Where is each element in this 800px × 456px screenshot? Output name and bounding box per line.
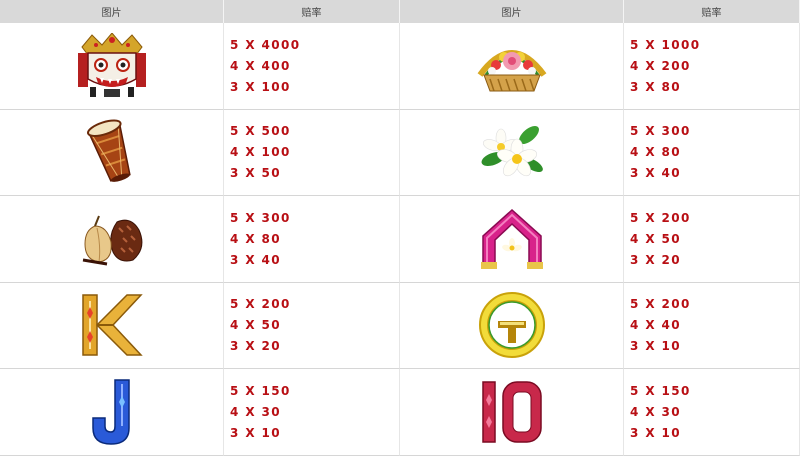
paytable-grid: 图片 赔率 图片 赔率 5 X 4000 4 X 400 3 X 100 5 X…	[0, 0, 800, 456]
symbol-cell	[0, 23, 224, 110]
odds-line: 3 X 10	[630, 425, 682, 440]
header-odds-right: 赔率	[624, 0, 800, 23]
odds-line: 3 X 20	[230, 339, 282, 354]
odds-cell: 5 X 300 4 X 80 3 X 40	[624, 109, 800, 196]
odds-line: 5 X 200	[630, 210, 691, 225]
odds-line: 4 X 30	[630, 404, 682, 419]
symbol-cell	[400, 109, 624, 196]
symbol-cell	[0, 369, 224, 456]
odds-line: 5 X 4000	[230, 37, 301, 52]
odds-cell: 5 X 4000 4 X 400 3 X 100	[224, 23, 400, 110]
header-odds-left: 赔率	[224, 0, 400, 23]
odds-line: 5 X 300	[630, 124, 691, 139]
barong-mask-icon	[77, 32, 146, 97]
odds-line: 5 X 500	[230, 124, 291, 139]
odds-cell: 5 X 300 4 X 80 3 X 40	[224, 196, 400, 283]
odds-cell: 5 X 1000 4 X 200 3 X 80	[624, 23, 800, 110]
odds-line: 4 X 80	[630, 145, 682, 160]
symbol-cell	[400, 23, 624, 110]
odds-line: 5 X 300	[230, 210, 291, 225]
letter-a-icon	[480, 208, 543, 269]
odds-cell: 5 X 200 4 X 40 3 X 10	[624, 282, 800, 369]
symbol-cell	[400, 196, 624, 283]
odds-cell: 5 X 150 4 X 30 3 X 10	[224, 369, 400, 456]
odds-line: 3 X 40	[230, 252, 282, 267]
symbol-cell	[0, 109, 224, 196]
odds-line: 4 X 400	[230, 58, 291, 73]
odds-line: 3 X 20	[630, 252, 682, 267]
header-image-left: 图片	[0, 0, 224, 23]
odds-line: 4 X 30	[230, 404, 282, 419]
symbol-cell	[0, 282, 224, 369]
symbol-cell	[400, 282, 624, 369]
letter-q-icon	[478, 292, 545, 359]
odds-line: 3 X 10	[630, 339, 682, 354]
odds-line: 5 X 200	[630, 297, 691, 312]
salak-fruit-icon	[82, 215, 142, 266]
odds-line: 5 X 200	[230, 297, 291, 312]
odds-cell: 5 X 500 4 X 100 3 X 50	[224, 109, 400, 196]
odds-line: 4 X 50	[230, 318, 282, 333]
odds-line: 4 X 50	[630, 231, 682, 246]
odds-line: 4 X 200	[630, 58, 691, 73]
odds-line: 4 X 40	[630, 318, 682, 333]
odds-line: 3 X 50	[230, 166, 282, 181]
odds-cell: 5 X 200 4 X 50 3 X 20	[224, 282, 400, 369]
number-10-icon	[481, 381, 542, 443]
letter-k-icon	[81, 294, 143, 356]
header-image-right: 图片	[400, 0, 624, 23]
letter-j-icon	[91, 379, 130, 445]
symbol-cell	[400, 369, 624, 456]
odds-line: 4 X 100	[230, 145, 291, 160]
odds-line: 3 X 100	[230, 79, 291, 94]
flower-offering-icon	[477, 49, 546, 92]
odds-cell: 5 X 150 4 X 30 3 X 10	[624, 369, 800, 456]
frangipani-flower-icon	[481, 126, 543, 177]
odds-line: 3 X 40	[630, 166, 682, 181]
odds-line: 3 X 80	[630, 79, 682, 94]
odds-line: 3 X 10	[230, 425, 282, 440]
odds-line: 4 X 80	[230, 231, 282, 246]
odds-line: 5 X 1000	[630, 37, 701, 52]
odds-cell: 5 X 200 4 X 50 3 X 20	[624, 196, 800, 283]
odds-line: 5 X 150	[230, 383, 291, 398]
symbol-cell	[0, 196, 224, 283]
odds-line: 5 X 150	[630, 383, 691, 398]
kendang-drum-icon	[86, 119, 131, 183]
